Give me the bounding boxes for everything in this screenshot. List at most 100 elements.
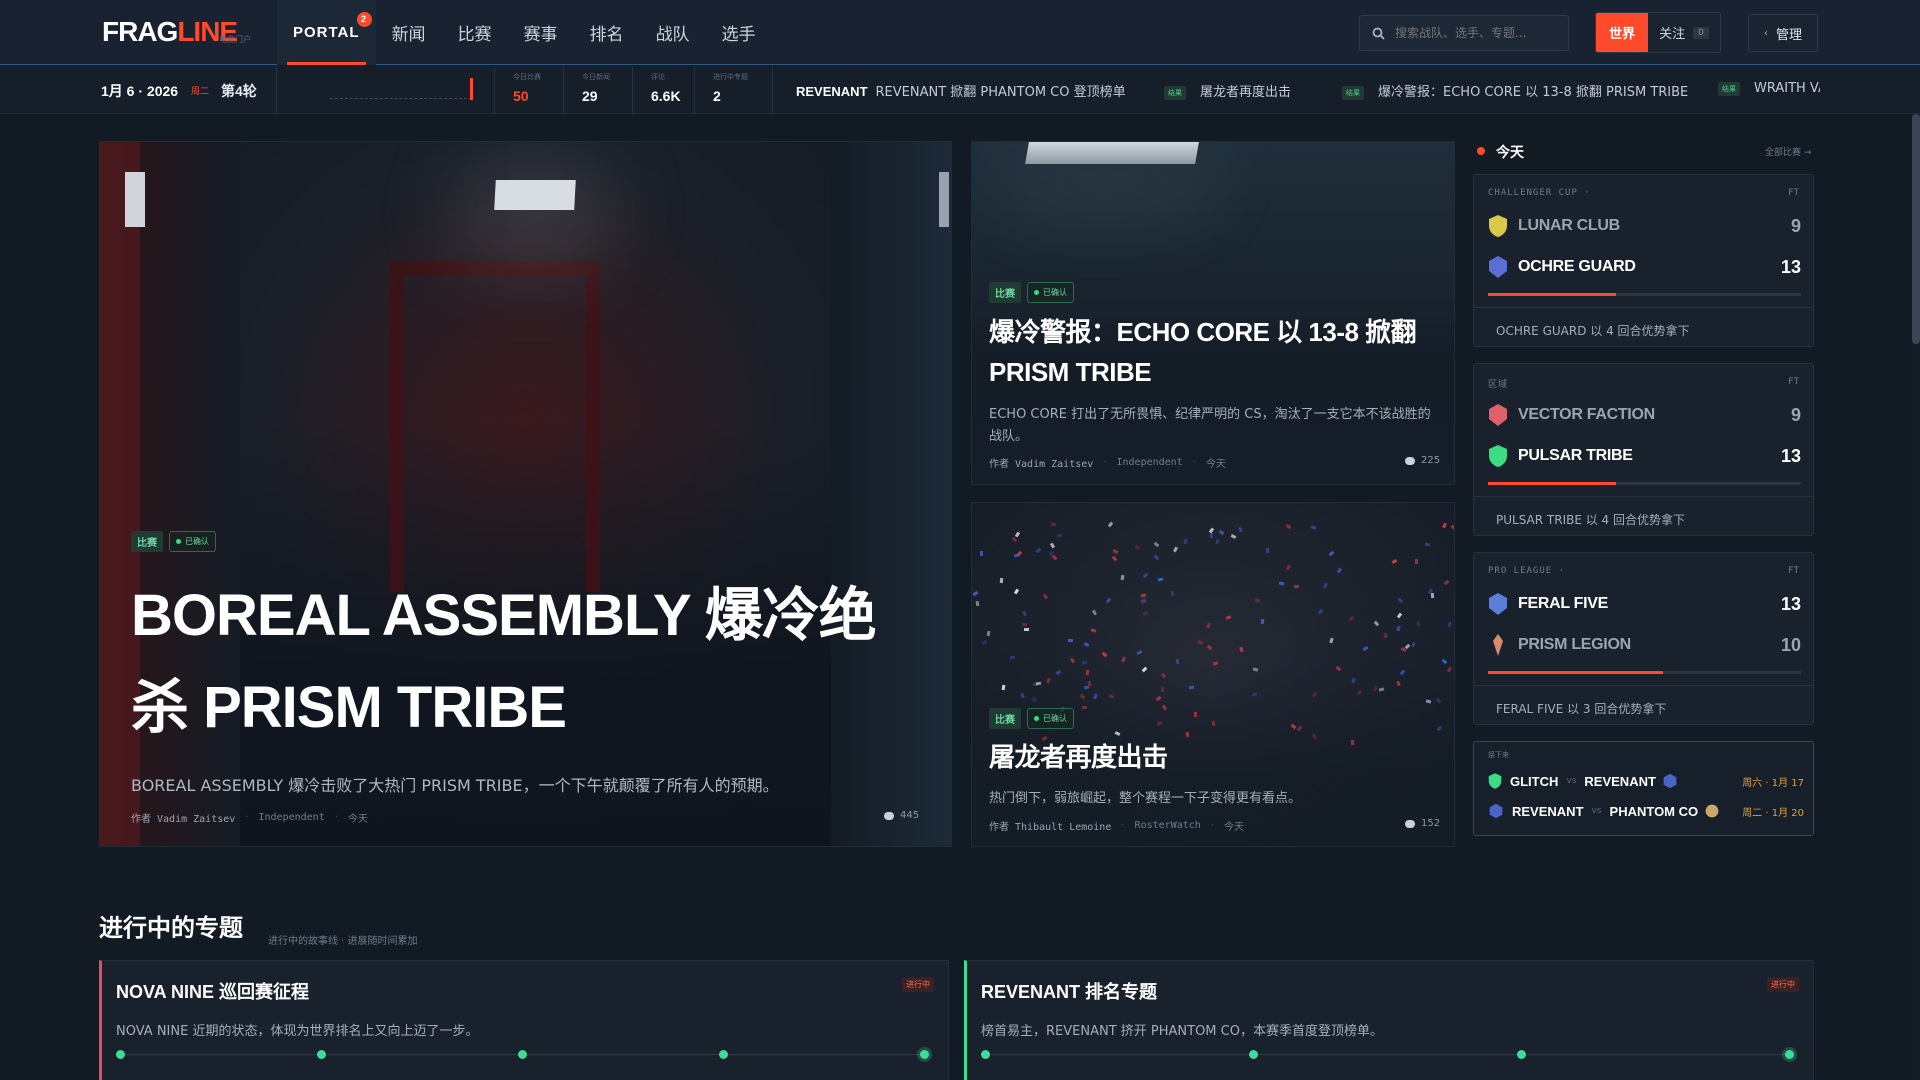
featured-article-card[interactable]: 比赛 已确认 BOREAL ASSEMBLY 爆冷绝杀 PRISM TRIBE … [99,141,952,847]
confetti-piece [1031,696,1038,702]
confetti-piece [1225,615,1231,620]
team-shield-icon [1489,445,1507,467]
follow-count-badge: 0 [1693,26,1709,39]
confetti-piece [1197,640,1204,645]
divider [563,66,564,114]
comment-count[interactable]: 225 [1405,455,1440,466]
admin-button[interactable]: ‹ 管理 [1748,14,1818,52]
upcoming-match-row[interactable]: GLITCH vs REVENANT 周六 · 1月 17 [1488,769,1804,793]
team-row: OCHRE GUARD 13 [1488,254,1801,280]
confetti-piece [1207,645,1213,651]
article-card[interactable]: 比赛 已确认 屠龙者再度出击 热门倒下，弱旅崛起，整个赛程一下子变得更有看点。 … [971,502,1455,847]
search-input[interactable] [1395,26,1565,40]
confetti-piece [972,591,979,597]
confetti-piece [1425,698,1432,704]
upcoming-match-row[interactable]: REVENANT vs PHANTOM CO 周二 · 1月 20 [1488,799,1804,823]
confetti-piece [1443,579,1450,586]
team-score: 13 [1780,256,1801,277]
news-ticker: REVENANT REVENANT 掀翻 PHANTOM CO 登顶榜单 结果 屠龙… [796,66,1820,114]
nav-item-players[interactable]: 选手 [706,0,772,65]
match-score-card[interactable]: 区域 FT VECTOR FACTION 9 PULSAR TRIBE 13 P… [1473,363,1814,536]
scope-follow-button[interactable]: 关注 0 [1648,13,1720,52]
ticker-team: REVENANT [796,84,868,99]
match-score-card[interactable]: CHALLENGER CUP · FT LUNAR CLUB 9 OCHRE G… [1473,174,1814,347]
scope-world-button[interactable]: 世界 [1596,13,1648,52]
today-heading: 今天 [1496,145,1524,161]
confetti-piece [1160,672,1167,679]
ticker-news-item[interactable]: REVENANT REVENANT 掀翻 PHANTOM CO 登顶榜单 [796,81,1126,100]
article-card[interactable]: 比赛 已确认 爆冷警报：ECHO CORE 以 13-8 掀翻 PRISM TR… [971,141,1455,485]
article-description: ECHO CORE 打出了无所畏惧、纪律严明的 CS，淘汰了一支它本不该战胜的战… [989,407,1431,444]
confetti-piece [1120,575,1125,581]
team-hex-icon [1489,803,1503,819]
nav-item-rankings[interactable]: 排名 [574,0,640,65]
featured-title[interactable]: BOREAL ASSEMBLY 爆冷绝杀 PRISM TRIBE [131,570,891,754]
confetti-piece [1378,687,1385,692]
confetti-piece [1157,721,1163,727]
confetti-piece [1082,660,1088,665]
divider [632,66,633,114]
confetti-piece [1046,677,1052,683]
source: Independent [258,812,325,823]
confetti-piece [1114,730,1121,736]
confetti-piece [1056,533,1062,538]
comment-count[interactable]: 152 [1405,818,1440,829]
confetti-piece [1311,691,1318,698]
confetti-piece [1253,667,1259,673]
nav-item-matches[interactable]: 比赛 [442,0,508,65]
nav-item-portal[interactable]: PORTAL 2 [277,0,376,65]
confetti-piece [1107,521,1114,528]
time: 今天 [347,814,368,825]
team-shield-icon [1489,215,1507,237]
confetti-piece [1317,608,1324,615]
confetti-piece [1266,548,1270,554]
confetti-piece [1238,526,1244,533]
match-score-card[interactable]: PRO LEAGUE · FT FERAL FIVE 13 PRISM LEGI… [1473,552,1814,725]
article-title[interactable]: 爆冷警报：ECHO CORE 以 13-8 掀翻 PRISM TRIBE [989,312,1439,392]
nav-item-news[interactable]: 新闻 [376,0,442,65]
meta-separator: · [245,812,249,823]
comment-count-value: 225 [1421,455,1441,466]
storyline-card[interactable]: NOVA NINE 巡回赛征程 进行中 NOVA NINE 近期的状态，体现为世… [99,960,949,1080]
storyline-description: 榜首易主，REVENANT 挤开 PHANTOM CO，本赛季首度登顶榜单。 [981,1024,1383,1039]
stat-news-today: 今日新闻 29 [582,72,610,104]
nav-item-events[interactable]: 赛事 [508,0,574,65]
confirmed-badge: 已确认 [1027,708,1074,729]
confetti-piece [1022,610,1028,617]
timeline-dot [1517,1050,1526,1059]
match-summary: FERAL FIVE 以 3 回合优势拿下 [1474,685,1813,725]
category-tag: 比赛 [989,708,1021,729]
confetti-piece [1019,693,1025,699]
logo-text-frag: FRAG [102,16,178,47]
round-progress-marker [470,78,473,100]
comment-count[interactable]: 445 [884,810,919,821]
confetti-piece [1154,541,1160,548]
search-box[interactable] [1359,15,1569,51]
match-date: 周二 · 1月 20 [1742,807,1804,819]
confetti-piece [1362,645,1369,651]
ticker-date: 1月 6 · 2026 [101,83,179,99]
storyline-card[interactable]: REVENANT 排名专题 进行中 榜首易主，REVENANT 挤开 PHANT… [964,960,1814,1080]
versus-label: vs [1591,806,1602,816]
all-matches-link[interactable]: 全部比赛 → [1765,145,1811,158]
upcoming-label: 接下来 [1488,751,1509,759]
nav-label: 排名 [589,25,624,45]
nav-item-teams[interactable]: 战队 [640,0,706,65]
confetti-piece [1160,687,1164,693]
confetti-piece [1374,620,1380,627]
round-share-fill [1488,482,1617,485]
stat-matches-today: 今日比赛 50 [513,72,541,104]
ticker-news-item[interactable]: 结果 屠龙者再度出击 [1164,81,1291,100]
confetti-piece [1212,661,1218,666]
featured-description: BOREAL ASSEMBLY 爆冷击败了大热门 PRISM TRIBE，一个下… [131,776,779,795]
ticker-news-item[interactable]: 结果 WRAITH VA [1718,81,1820,96]
site-logo[interactable]: FRAGLINE [102,16,238,48]
match-status: FT [1788,377,1799,387]
article-title[interactable]: 屠龙者再度出击 [989,737,1439,777]
timeline-dot [518,1050,527,1059]
ticker-news-item[interactable]: 结果 爆冷警报：ECHO CORE 以 13-8 掀翻 PRISM TRIBE [1342,81,1688,100]
confetti-piece [1035,548,1042,554]
match-status: FT [1788,188,1799,198]
match-status: FT [1788,566,1799,576]
page-scrollbar-thumb[interactable] [1912,114,1920,344]
